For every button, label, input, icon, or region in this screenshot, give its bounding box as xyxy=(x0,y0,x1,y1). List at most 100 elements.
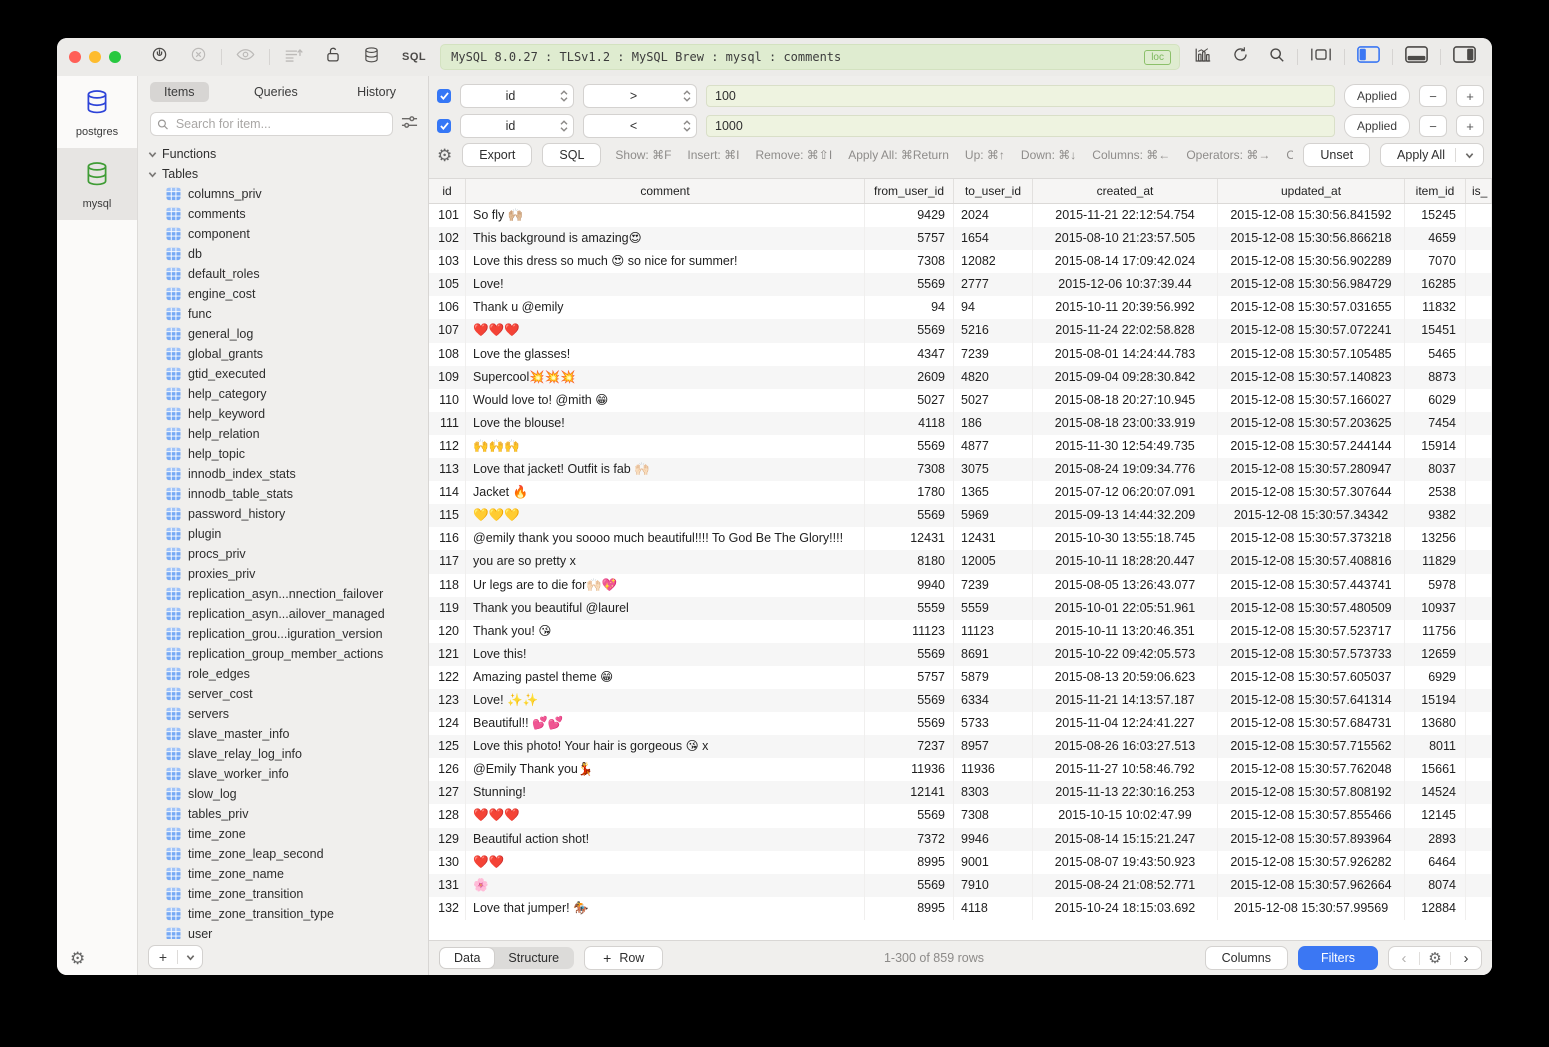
filter-enabled-checkbox[interactable] xyxy=(437,89,451,103)
cell-item_id[interactable]: 5465 xyxy=(1405,343,1466,366)
cell-comment[interactable]: This background is amazing😍 xyxy=(466,227,865,250)
tab-structure[interactable]: Structure xyxy=(494,948,573,968)
sidebar-table-item[interactable]: func xyxy=(138,304,428,324)
cell-id[interactable]: 126 xyxy=(429,758,466,781)
cell-from_user_id[interactable]: 12431 xyxy=(865,527,954,550)
table-row[interactable]: 125Love this photo! Your hair is gorgeou… xyxy=(429,735,1492,758)
cell-from_user_id[interactable]: 5569 xyxy=(865,273,954,296)
cell-created_at[interactable]: 2015-11-21 22:12:54.754 xyxy=(1033,204,1218,227)
cell-comment[interactable]: Beautiful!! 💕💕 xyxy=(466,712,865,735)
cell-item_id[interactable]: 2893 xyxy=(1405,828,1466,851)
cell-from_user_id[interactable]: 5569 xyxy=(865,804,954,827)
cell-updated_at[interactable]: 2015-12-08 15:30:57.523717 xyxy=(1218,620,1405,643)
table-row[interactable]: 103Love this dress so much 😍 so nice for… xyxy=(429,250,1492,273)
cell-to_user_id[interactable]: 8691 xyxy=(954,643,1033,666)
cell-updated_at[interactable]: 2015-12-08 15:30:57.166027 xyxy=(1218,389,1405,412)
tab-items[interactable]: Items xyxy=(150,82,209,102)
tab-queries[interactable]: Queries xyxy=(240,82,312,102)
cell-item_id[interactable]: 8037 xyxy=(1405,458,1466,481)
table-row[interactable]: 128❤️❤️❤️556973082015-10-15 10:02:47.992… xyxy=(429,804,1492,827)
sidebar-table-item[interactable]: help_topic xyxy=(138,444,428,464)
cell-is_[interactable] xyxy=(1466,851,1492,874)
cell-from_user_id[interactable]: 7372 xyxy=(865,828,954,851)
applied-button[interactable]: Applied xyxy=(1344,84,1410,108)
cell-to_user_id[interactable]: 5559 xyxy=(954,597,1033,620)
tab-history[interactable]: History xyxy=(343,82,410,102)
cell-id[interactable]: 110 xyxy=(429,389,466,412)
cell-item_id[interactable]: 12884 xyxy=(1405,897,1466,920)
column-header-comment[interactable]: comment xyxy=(466,179,865,203)
column-header-is_[interactable]: is_ xyxy=(1466,179,1492,203)
power-icon[interactable] xyxy=(151,46,168,68)
lock-open-icon[interactable] xyxy=(325,46,341,68)
cell-item_id[interactable]: 6029 xyxy=(1405,389,1466,412)
cell-comment[interactable]: Love! ✨✨ xyxy=(466,689,865,712)
cell-item_id[interactable]: 5978 xyxy=(1405,574,1466,597)
sidebar-table-item[interactable]: role_edges xyxy=(138,664,428,684)
add-filter-button[interactable]: + xyxy=(1456,115,1484,137)
sidebar-table-item[interactable]: columns_priv xyxy=(138,184,428,204)
cell-id[interactable]: 117 xyxy=(429,550,466,573)
cell-is_[interactable] xyxy=(1466,389,1492,412)
cell-from_user_id[interactable]: 8995 xyxy=(865,897,954,920)
cell-created_at[interactable]: 2015-11-13 22:30:16.253 xyxy=(1033,781,1218,804)
cell-from_user_id[interactable]: 7308 xyxy=(865,458,954,481)
cell-from_user_id[interactable]: 4347 xyxy=(865,343,954,366)
cell-from_user_id[interactable]: 11123 xyxy=(865,620,954,643)
cell-created_at[interactable]: 2015-07-12 06:20:07.091 xyxy=(1033,481,1218,504)
cell-from_user_id[interactable]: 2609 xyxy=(865,366,954,389)
cell-created_at[interactable]: 2015-09-04 09:28:30.842 xyxy=(1033,366,1218,389)
cell-to_user_id[interactable]: 8303 xyxy=(954,781,1033,804)
cell-comment[interactable]: Ur legs are to die for🙌🏻💖 xyxy=(466,574,865,597)
cell-created_at[interactable]: 2015-08-24 19:09:34.776 xyxy=(1033,458,1218,481)
sidebar-table-item[interactable]: time_zone xyxy=(138,824,428,844)
cell-updated_at[interactable]: 2015-12-08 15:30:57.926282 xyxy=(1218,851,1405,874)
cell-id[interactable]: 101 xyxy=(429,204,466,227)
cell-comment[interactable]: @Emily Thank you💃 xyxy=(466,758,865,781)
filter-value-input[interactable] xyxy=(706,85,1335,107)
eye-icon[interactable] xyxy=(236,47,255,67)
search-icon[interactable] xyxy=(1269,47,1285,68)
cell-is_[interactable] xyxy=(1466,735,1492,758)
table-row[interactable]: 105Love!556927772015-12-06 10:37:39.4420… xyxy=(429,273,1492,296)
cell-is_[interactable] xyxy=(1466,874,1492,897)
columns-button[interactable]: Columns xyxy=(1205,946,1288,970)
sidebar-table-item[interactable]: general_log xyxy=(138,324,428,344)
cell-item_id[interactable]: 8011 xyxy=(1405,735,1466,758)
cell-updated_at[interactable]: 2015-12-08 15:30:57.244144 xyxy=(1218,435,1405,458)
table-row[interactable]: 127Stunning!1214183032015-11-13 22:30:16… xyxy=(429,781,1492,804)
cell-created_at[interactable]: 2015-11-24 22:02:58.828 xyxy=(1033,319,1218,342)
sidebar-table-item[interactable]: servers xyxy=(138,704,428,724)
cell-updated_at[interactable]: 2015-12-08 15:30:57.072241 xyxy=(1218,319,1405,342)
table-row[interactable]: 124Beautiful!! 💕💕556957332015-11-04 12:2… xyxy=(429,712,1492,735)
table-row[interactable]: 130❤️❤️899590012015-08-07 19:43:50.92320… xyxy=(429,851,1492,874)
cell-is_[interactable] xyxy=(1466,643,1492,666)
sidebar-table-item[interactable]: replication_asyn...ailover_managed xyxy=(138,604,428,624)
cell-is_[interactable] xyxy=(1466,227,1492,250)
cell-item_id[interactable]: 12659 xyxy=(1405,643,1466,666)
cell-created_at[interactable]: 2015-08-07 19:43:50.923 xyxy=(1033,851,1218,874)
cell-id[interactable]: 129 xyxy=(429,828,466,851)
cell-created_at[interactable]: 2015-10-01 22:05:51.961 xyxy=(1033,597,1218,620)
remove-filter-button[interactable]: − xyxy=(1419,85,1447,107)
cell-comment[interactable]: 🌸 xyxy=(466,874,865,897)
cell-comment[interactable]: ❤️❤️❤️ xyxy=(466,804,865,827)
search-input[interactable] xyxy=(174,116,386,132)
cell-is_[interactable] xyxy=(1466,550,1492,573)
sidebar-table-item[interactable]: global_grants xyxy=(138,344,428,364)
cell-item_id[interactable]: 11829 xyxy=(1405,550,1466,573)
cell-updated_at[interactable]: 2015-12-08 15:30:57.480509 xyxy=(1218,597,1405,620)
sidebar-table-item[interactable]: replication_grou...iguration_version xyxy=(138,624,428,644)
cell-id[interactable]: 108 xyxy=(429,343,466,366)
cell-to_user_id[interactable]: 2777 xyxy=(954,273,1033,296)
table-row[interactable]: 120Thank you! 😘11123111232015-10-11 13:2… xyxy=(429,620,1492,643)
disconnect-icon[interactable] xyxy=(190,46,207,68)
cell-comment[interactable]: Love the blouse! xyxy=(466,412,865,435)
sidebar-table-item[interactable]: procs_priv xyxy=(138,544,428,564)
cell-comment[interactable]: 🙌🙌🙌 xyxy=(466,435,865,458)
tree-section-functions[interactable]: Functions xyxy=(138,144,428,164)
cell-id[interactable]: 123 xyxy=(429,689,466,712)
cell-is_[interactable] xyxy=(1466,319,1492,342)
cell-comment[interactable]: you are so pretty x xyxy=(466,550,865,573)
cell-created_at[interactable]: 2015-09-13 14:44:32.209 xyxy=(1033,504,1218,527)
